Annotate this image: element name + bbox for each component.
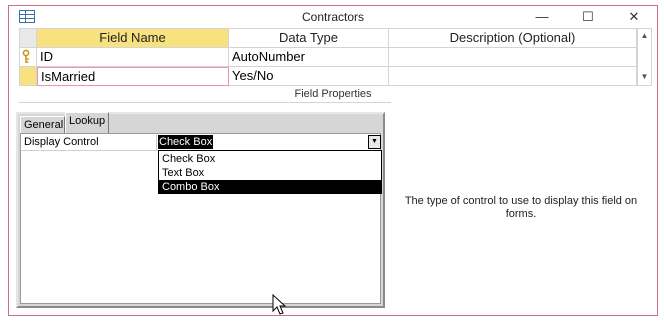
data-type-cell[interactable]: Yes/No bbox=[229, 67, 389, 86]
mouse-cursor-icon bbox=[272, 294, 287, 315]
title-bar[interactable]: Contractors — ☐ ✕ bbox=[9, 6, 657, 28]
column-header-field-name[interactable]: Field Name bbox=[37, 29, 229, 48]
description-cell[interactable] bbox=[389, 67, 637, 86]
column-header-description[interactable]: Description (Optional) bbox=[389, 29, 637, 48]
field-properties-label: Field Properties bbox=[294, 88, 372, 100]
minimize-button[interactable]: — bbox=[519, 6, 565, 28]
close-button[interactable]: ✕ bbox=[611, 6, 657, 28]
header-selector[interactable] bbox=[20, 29, 37, 48]
description-cell[interactable] bbox=[389, 48, 637, 67]
display-control-dropdown: Check Box Text Box Combo Box bbox=[158, 150, 382, 194]
option-check-box[interactable]: Check Box bbox=[159, 152, 381, 166]
field-grid: Field Name Data Type Description (Option… bbox=[19, 28, 652, 86]
option-combo-box[interactable]: Combo Box bbox=[159, 180, 381, 194]
field-properties-panel: General Lookup Display Control Check Box… bbox=[16, 112, 385, 315]
divider bbox=[156, 135, 157, 150]
display-control-label: Display Control bbox=[24, 136, 99, 148]
maximize-button[interactable]: ☐ bbox=[565, 6, 611, 28]
table-design-window: Contractors — ☐ ✕ Field Name Data Type D… bbox=[8, 5, 658, 316]
divider bbox=[19, 102, 391, 103]
field-name-cell[interactable]: ID bbox=[37, 48, 229, 67]
field-name-cell[interactable]: IsMarried bbox=[37, 67, 229, 86]
lookup-property-sheet: Display Control Check Box ▼ Check Box Te… bbox=[20, 133, 382, 304]
display-control-value[interactable]: Check Box bbox=[158, 135, 214, 149]
scroll-up-icon[interactable]: ▲ bbox=[638, 29, 651, 43]
table-row[interactable]: ID AutoNumber bbox=[20, 48, 651, 67]
help-text: The type of control to use to display th… bbox=[404, 195, 638, 220]
primary-key-icon bbox=[22, 49, 30, 63]
row-selector-current[interactable] bbox=[20, 67, 37, 86]
table-row[interactable]: IsMarried Yes/No bbox=[20, 67, 651, 86]
row-selector[interactable] bbox=[20, 48, 37, 67]
vertical-scrollbar[interactable]: ▲ ▼ bbox=[637, 29, 651, 85]
tab-lookup[interactable]: Lookup bbox=[65, 112, 109, 134]
data-type-cell[interactable]: AutoNumber bbox=[229, 48, 389, 67]
column-header-data-type[interactable]: Data Type bbox=[229, 29, 389, 48]
tab-general[interactable]: General bbox=[20, 116, 65, 134]
dropdown-arrow-icon[interactable]: ▼ bbox=[368, 135, 381, 149]
option-text-box[interactable]: Text Box bbox=[159, 166, 381, 180]
display-control-select[interactable]: Check Box ▼ bbox=[158, 135, 381, 149]
grid-header-row: Field Name Data Type Description (Option… bbox=[20, 29, 651, 48]
scroll-down-icon[interactable]: ▼ bbox=[638, 70, 651, 84]
